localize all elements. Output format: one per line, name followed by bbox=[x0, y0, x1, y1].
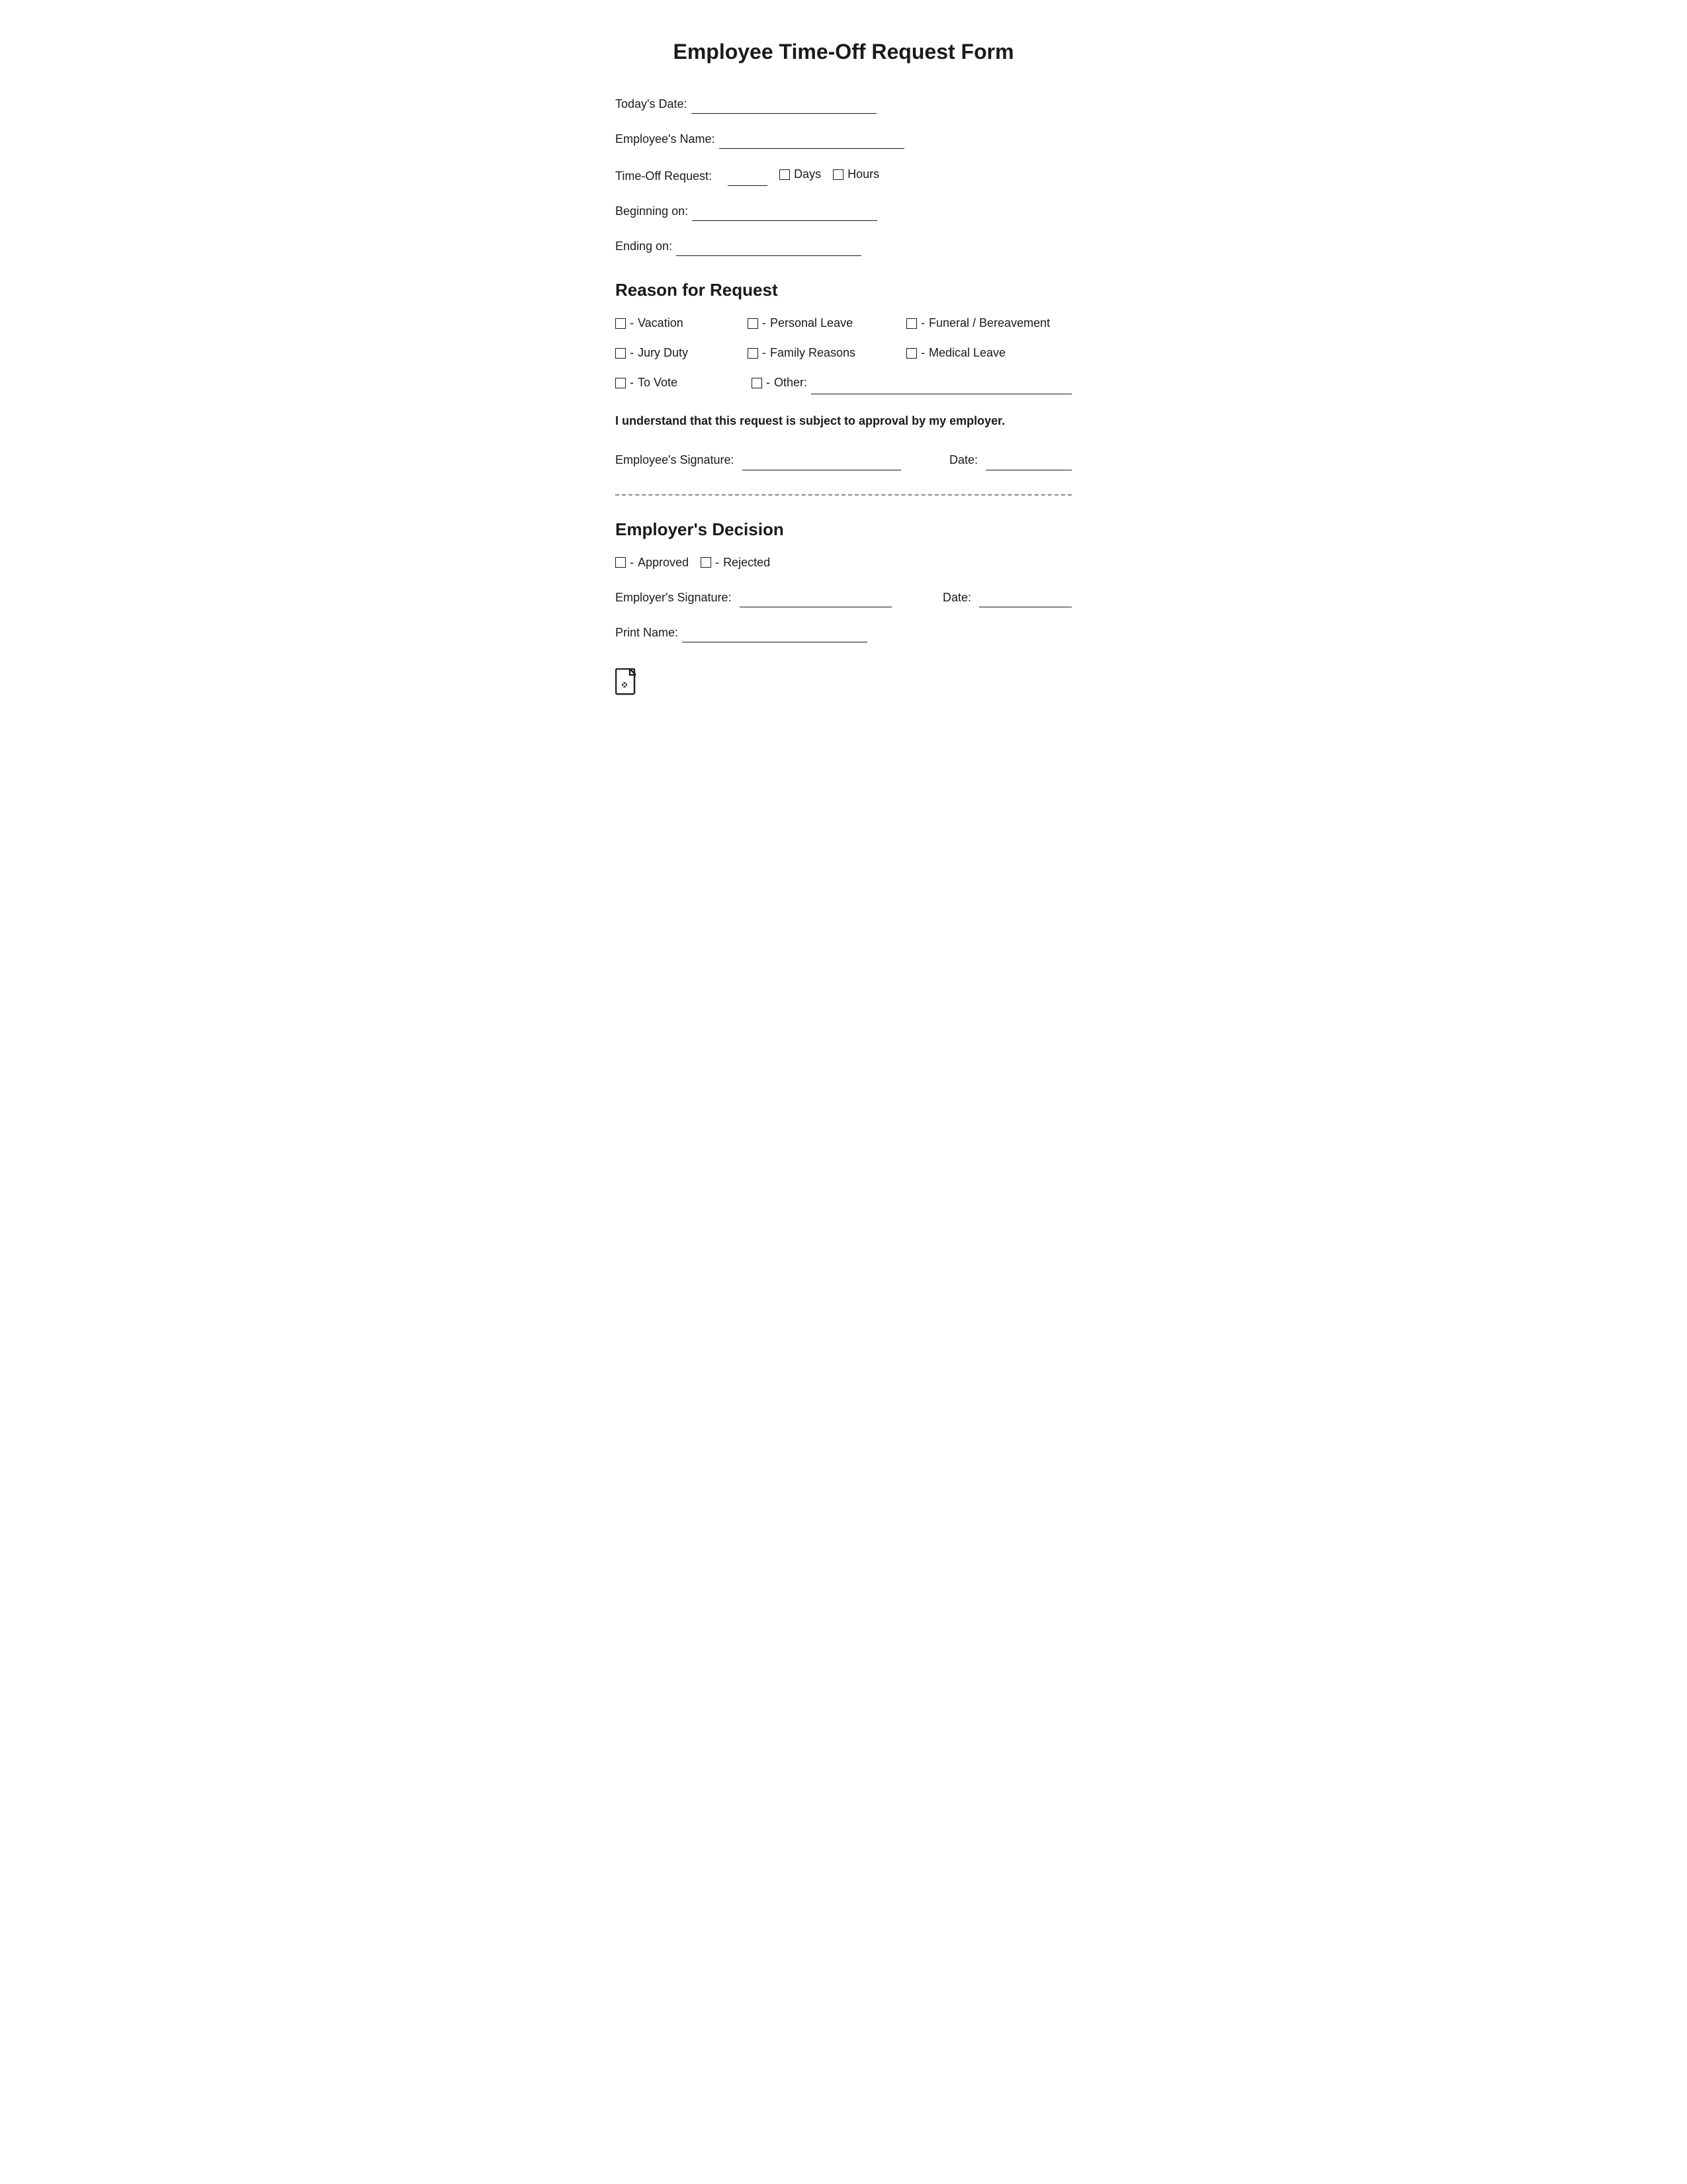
funeral-dash: - bbox=[921, 316, 925, 330]
days-checkbox[interactable] bbox=[779, 169, 790, 180]
reason-to-vote: - To Vote bbox=[615, 376, 748, 390]
hours-label: Hours bbox=[847, 167, 879, 181]
to-vote-label: To Vote bbox=[638, 376, 677, 390]
employee-signature-field[interactable] bbox=[742, 453, 901, 470]
jury-duty-dash: - bbox=[630, 346, 634, 360]
print-name-label: Print Name: bbox=[615, 626, 678, 640]
reason-row-1: - Vacation - Personal Leave - Funeral / … bbox=[615, 316, 1072, 330]
employees-name-row: Employee's Name: bbox=[615, 132, 1072, 149]
employer-signature-label: Employer's Signature: bbox=[615, 591, 732, 605]
approved-label: Approved bbox=[638, 556, 689, 570]
approved-checkbox[interactable] bbox=[615, 557, 626, 568]
todays-date-row: Today's Date: bbox=[615, 97, 1072, 114]
jury-duty-label: Jury Duty bbox=[638, 346, 688, 360]
employee-date-block: Date: bbox=[949, 453, 1072, 470]
employer-signature-row: Employer's Signature: Date: bbox=[615, 591, 1072, 607]
employee-signature-block: Employee's Signature: bbox=[615, 453, 936, 470]
reason-row-3: - To Vote - Other: bbox=[615, 376, 1072, 394]
print-name-field[interactable] bbox=[682, 626, 867, 642]
funeral-label: Funeral / Bereavement bbox=[929, 316, 1050, 330]
reason-medical-leave: - Medical Leave bbox=[906, 346, 1072, 360]
beginning-on-label: Beginning on: bbox=[615, 204, 688, 218]
footer-icon bbox=[615, 668, 639, 701]
other-dash: - bbox=[766, 376, 770, 390]
funeral-checkbox[interactable] bbox=[906, 318, 917, 329]
employee-signature-row: Employee's Signature: Date: bbox=[615, 453, 1072, 470]
employees-name-field[interactable] bbox=[719, 132, 904, 149]
todays-date-label: Today's Date: bbox=[615, 97, 687, 111]
time-off-request-label: Time-Off Request: bbox=[615, 169, 712, 183]
employer-signature-field[interactable] bbox=[740, 591, 892, 607]
employee-date-label: Date: bbox=[949, 453, 978, 467]
to-vote-dash: - bbox=[630, 376, 634, 390]
employer-decision-section: Employer's Decision - Approved - Rejecte… bbox=[615, 519, 1072, 642]
days-label: Days bbox=[794, 167, 821, 181]
reason-personal-leave: - Personal Leave bbox=[748, 316, 906, 330]
employer-date-field[interactable] bbox=[979, 591, 1072, 607]
reason-family-reasons: - Family Reasons bbox=[748, 346, 906, 360]
reason-other: - Other: bbox=[752, 376, 807, 390]
reason-funeral: - Funeral / Bereavement bbox=[906, 316, 1072, 330]
family-reasons-label: Family Reasons bbox=[770, 346, 855, 360]
other-field[interactable] bbox=[811, 378, 1072, 394]
approved-dash: - bbox=[630, 556, 634, 570]
jury-duty-checkbox[interactable] bbox=[615, 348, 626, 359]
reason-jury-duty: - Jury Duty bbox=[615, 346, 748, 360]
personal-leave-label: Personal Leave bbox=[770, 316, 853, 330]
personal-leave-dash: - bbox=[762, 316, 766, 330]
to-vote-checkbox[interactable] bbox=[615, 378, 626, 388]
hours-checkbox-group: Hours bbox=[833, 167, 879, 181]
reason-row-2: - Jury Duty - Family Reasons - Medical L… bbox=[615, 346, 1072, 360]
beginning-on-field[interactable] bbox=[692, 204, 877, 221]
notice-text: I understand that this request is subjec… bbox=[615, 413, 1072, 429]
document-icon bbox=[615, 668, 639, 696]
vacation-checkbox[interactable] bbox=[615, 318, 626, 329]
employee-date-field[interactable] bbox=[986, 453, 1072, 470]
employer-signature-block: Employer's Signature: bbox=[615, 591, 930, 607]
rejected-label: Rejected bbox=[723, 556, 770, 570]
medical-leave-dash: - bbox=[921, 346, 925, 360]
medical-leave-checkbox[interactable] bbox=[906, 348, 917, 359]
rejected-dash: - bbox=[715, 556, 719, 570]
print-name-row: Print Name: bbox=[615, 626, 1072, 642]
other-checkbox[interactable] bbox=[752, 378, 762, 388]
rejected-group: - Rejected bbox=[701, 556, 770, 570]
other-label: Other: bbox=[774, 376, 807, 390]
page-container: Employee Time-Off Request Form Today's D… bbox=[562, 0, 1125, 728]
vacation-dash: - bbox=[630, 316, 634, 330]
vacation-label: Vacation bbox=[638, 316, 683, 330]
beginning-on-row: Beginning on: bbox=[615, 204, 1072, 221]
approved-group: - Approved bbox=[615, 556, 689, 570]
employee-signature-label: Employee's Signature: bbox=[615, 453, 734, 467]
family-reasons-checkbox[interactable] bbox=[748, 348, 758, 359]
employer-decision-heading: Employer's Decision bbox=[615, 519, 1072, 540]
employer-date-label: Date: bbox=[943, 591, 971, 605]
todays-date-field[interactable] bbox=[691, 97, 877, 114]
ending-on-field[interactable] bbox=[676, 240, 861, 256]
employees-name-label: Employee's Name: bbox=[615, 132, 715, 146]
time-off-amount-field[interactable] bbox=[728, 169, 767, 186]
time-off-request-row: Time-Off Request: Days Hours bbox=[615, 167, 1072, 186]
medical-leave-label: Medical Leave bbox=[929, 346, 1006, 360]
section-divider bbox=[615, 494, 1072, 496]
page-title: Employee Time-Off Request Form bbox=[615, 40, 1072, 64]
employer-date-block: Date: bbox=[943, 591, 1072, 607]
reason-vacation: - Vacation bbox=[615, 316, 748, 330]
personal-leave-checkbox[interactable] bbox=[748, 318, 758, 329]
approved-rejected-row: - Approved - Rejected bbox=[615, 556, 1072, 570]
days-checkbox-group: Days bbox=[779, 167, 821, 181]
family-reasons-dash: - bbox=[762, 346, 766, 360]
ending-on-row: Ending on: bbox=[615, 240, 1072, 256]
ending-on-label: Ending on: bbox=[615, 240, 672, 253]
hours-checkbox[interactable] bbox=[833, 169, 844, 180]
rejected-checkbox[interactable] bbox=[701, 557, 711, 568]
reason-section-heading: Reason for Request bbox=[615, 280, 1072, 300]
